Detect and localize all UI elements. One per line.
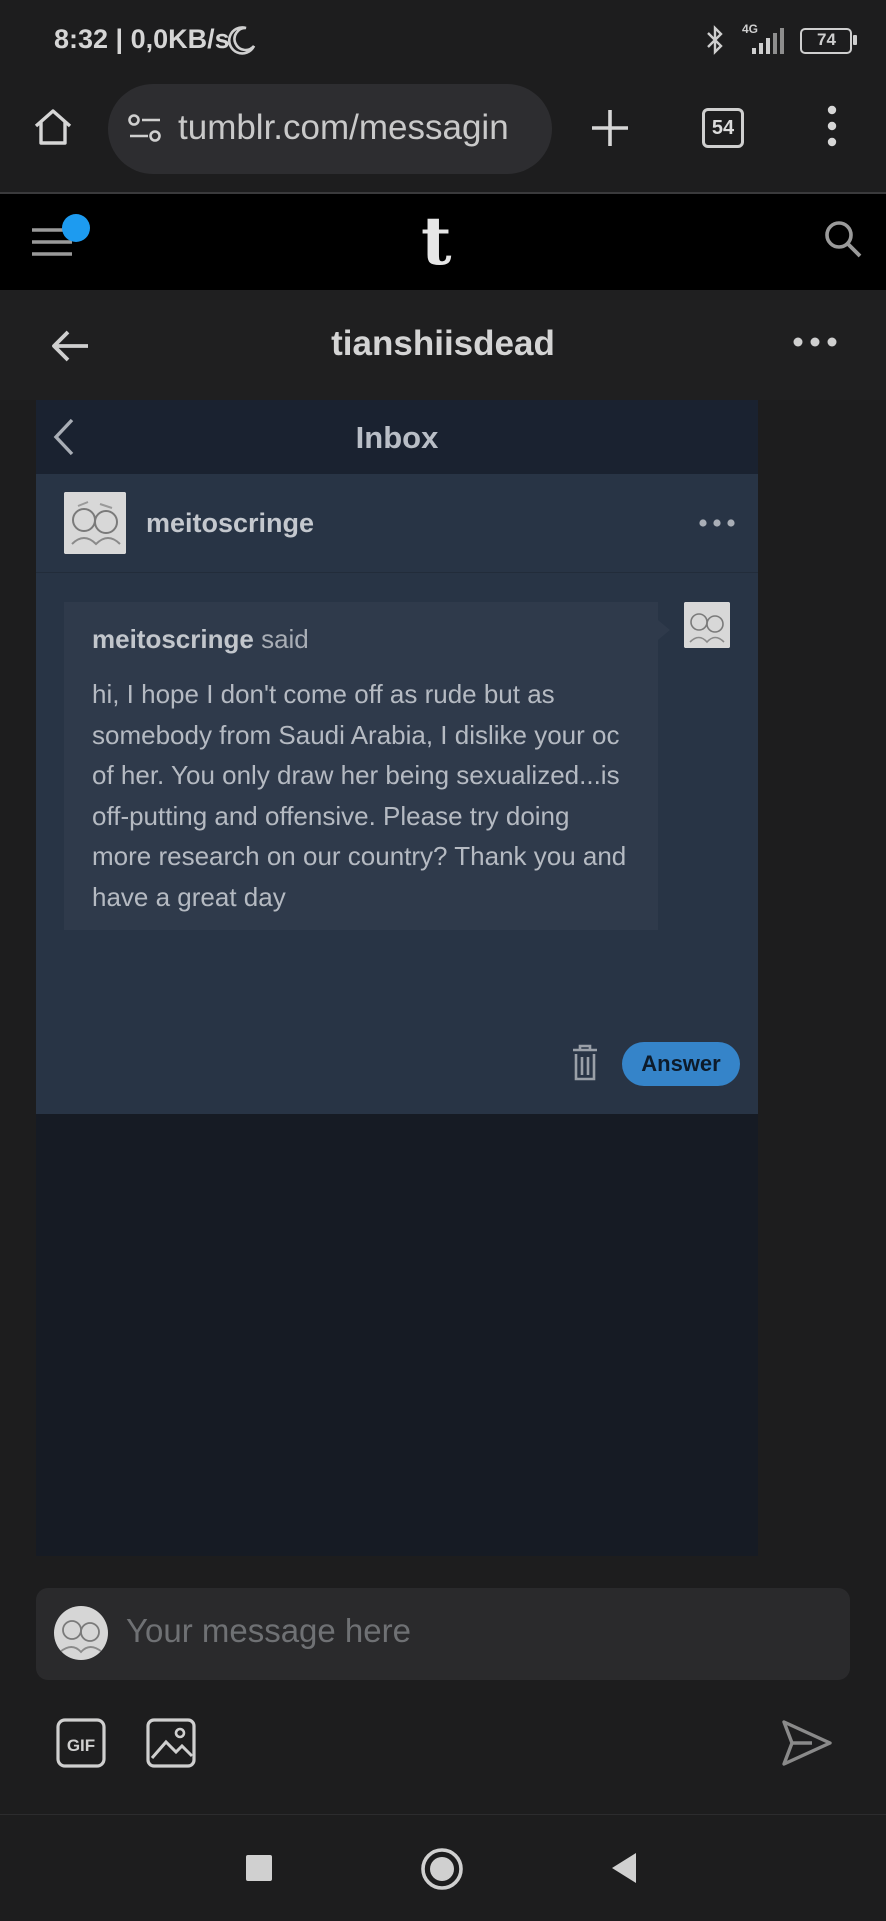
status-time: 8:32 | 0,0KB/s (54, 24, 230, 54)
status-icons: 4G 74 (704, 22, 858, 58)
home-icon[interactable] (30, 104, 76, 150)
url-bar[interactable]: tumblr.com/messagin (108, 84, 552, 174)
bluetooth-icon (707, 25, 723, 55)
asker-row: meitoscringe (36, 474, 758, 573)
message-input[interactable]: Your message here (36, 1588, 850, 1680)
own-avatar (54, 1606, 108, 1660)
back-triangle-icon[interactable] (608, 1851, 640, 1885)
asker-avatar[interactable] (64, 492, 126, 554)
inbox-topbar: Inbox (36, 400, 758, 474)
tabs-icon[interactable]: 54 (702, 108, 744, 148)
tumblr-header: t (0, 194, 886, 290)
browser-toolbar: tumblr.com/messagin 54 (0, 82, 886, 194)
asker-small-avatar (684, 602, 730, 648)
recents-icon[interactable] (244, 1853, 274, 1883)
asker-name[interactable]: meitoscringe (146, 508, 314, 539)
home-circle-icon[interactable] (420, 1847, 464, 1891)
more-horizontal-icon[interactable] (792, 332, 838, 352)
ask-bubble: meitoscringe said hi, I hope I don't com… (64, 602, 658, 930)
signal-icon: 4G (740, 22, 786, 56)
inbox-panel: Inbox meitoscringe meitoscringe said hi,… (36, 400, 758, 1556)
moon-icon (227, 26, 256, 55)
message-placeholder: Your message here (126, 1612, 411, 1649)
battery-level: 74 (817, 30, 836, 49)
ask-message: hi, I hope I don't come off as rude but … (92, 679, 627, 912)
more-vertical-icon[interactable] (818, 102, 846, 150)
image-icon[interactable] (146, 1718, 196, 1768)
inbox-title: Inbox (355, 420, 439, 455)
svg-text:GIF: GIF (67, 1736, 95, 1755)
new-tab-icon[interactable] (588, 106, 632, 150)
system-nav-bar (0, 1814, 886, 1921)
gif-icon[interactable]: GIF (56, 1718, 106, 1768)
conversation-title: tianshiisdead (331, 324, 555, 363)
battery-icon: 74 (800, 26, 858, 54)
notification-dot (62, 214, 90, 242)
site-settings-icon[interactable] (126, 110, 164, 146)
ask-card: meitoscringe meitoscringe said hi, I hop… (36, 474, 758, 1114)
url-text: tumblr.com/messagin (178, 108, 509, 147)
trash-icon[interactable] (570, 1044, 600, 1082)
tumblr-logo[interactable]: t (421, 202, 452, 280)
ask-said-name[interactable]: meitoscringe (92, 624, 254, 654)
conversation-header: tianshiisdead (0, 290, 886, 400)
search-icon[interactable] (822, 218, 864, 260)
ask-said-line: meitoscringe said (92, 624, 309, 655)
bubble-tail (658, 620, 670, 640)
answer-button[interactable]: Answer (622, 1042, 740, 1086)
status-bar: 8:32 | 0,0KB/s 4G 74 (0, 0, 886, 82)
ask-said-word: said (261, 624, 309, 654)
ask-options-icon[interactable] (698, 516, 736, 530)
send-icon[interactable] (780, 1716, 834, 1770)
message-composer: Your message here GIF (0, 1556, 886, 1812)
